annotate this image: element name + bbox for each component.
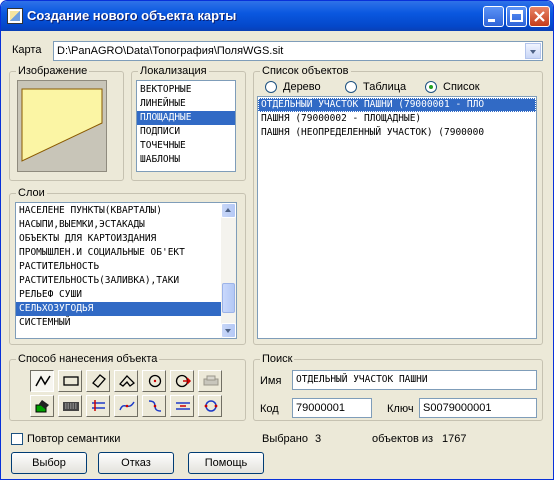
objects-group-label: Список объектов bbox=[260, 65, 351, 77]
circle-tool-icon bbox=[148, 374, 162, 388]
localization-item-selected[interactable]: ПЛОЩАДНЫЕ bbox=[137, 111, 235, 125]
localization-item[interactable]: ШАБЛОНЫ bbox=[137, 153, 235, 167]
total-count: 1767 bbox=[442, 433, 467, 445]
selected-count: 3 bbox=[315, 433, 322, 445]
area-object-preview-icon bbox=[21, 88, 103, 162]
repeat-semantics-checkbox[interactable] bbox=[11, 433, 23, 445]
circle-arrow-tool-button[interactable] bbox=[170, 370, 194, 392]
view-list-label: Список bbox=[443, 81, 480, 93]
polyline-tool-icon bbox=[35, 375, 51, 387]
layer-item[interactable]: РАСТИТЕЛЬНОСТЬ bbox=[16, 260, 236, 274]
parallel-lines-tool-button[interactable] bbox=[86, 395, 110, 417]
bucket-fill-tool-button[interactable] bbox=[30, 395, 54, 417]
map-path: D:\PanAGRO\Data\Топография\ПоляWGS.sit bbox=[57, 45, 284, 57]
layer-item[interactable]: ПРОМЫШЛЕН.И СОЦИАЛЬНЫЕ ОБ'ЕКТ bbox=[16, 246, 236, 260]
localization-list[interactable]: ВЕКТОРНЫЕ ЛИНЕЙНЫЕ ПЛОЩАДНЫЕ ПОДПИСИ ТОЧ… bbox=[136, 80, 236, 172]
title-bar[interactable]: Создание нового объекта карты bbox=[1, 1, 553, 31]
bucket-fill-tool-icon bbox=[35, 400, 49, 413]
map-label: Карта bbox=[12, 44, 42, 56]
keyboard-input-tool-icon bbox=[63, 402, 79, 411]
search-group-label: Поиск bbox=[260, 353, 295, 365]
view-table-label: Таблица bbox=[363, 81, 407, 93]
circle-arrow-tool-icon bbox=[175, 374, 192, 388]
map-select[interactable]: D:\PanAGRO\Data\Топография\ПоляWGS.sit bbox=[53, 41, 543, 61]
scroll-down-icon[interactable] bbox=[221, 323, 236, 338]
name-field[interactable]: ОТДЕЛЬНЫЙ УЧАСТОК ПАШНИ bbox=[292, 370, 537, 390]
layers-list[interactable]: НАСЕЛЕНЕ ПУНКТЫ(КВАРТАЛЫ) НАСЫПИ,ВЫЕМКИ,… bbox=[15, 202, 237, 339]
code-field[interactable]: 79000001 bbox=[292, 398, 372, 418]
layer-item-selected[interactable]: СЕЛЬХОЗУГОДЬЯ bbox=[16, 302, 236, 316]
code-label: Код bbox=[260, 403, 279, 415]
rotate-tool-button[interactable] bbox=[198, 395, 222, 417]
spline-tool-icon bbox=[148, 400, 162, 412]
curve-tool-icon bbox=[119, 401, 135, 411]
repeat-semantics-label: Повтор семантики bbox=[27, 433, 121, 445]
polygon-tool-icon bbox=[119, 375, 135, 387]
circle-tool-button[interactable] bbox=[142, 370, 166, 392]
object-item[interactable]: ПАШНЯ (НЕОПРЕДЕЛЕННЫЙ УЧАСТОК) (7900000 bbox=[258, 126, 536, 140]
polyline-tool-button[interactable] bbox=[30, 370, 54, 392]
rotated-rectangle-tool-icon bbox=[92, 374, 106, 388]
keyboard-input-tool-button[interactable] bbox=[58, 395, 82, 417]
minimize-icon bbox=[488, 19, 495, 22]
selected-label: Выбрано bbox=[262, 433, 308, 445]
scroll-up-icon[interactable] bbox=[221, 203, 236, 218]
rectangle-tool-icon bbox=[63, 376, 79, 386]
name-label: Имя bbox=[260, 375, 282, 387]
object-item[interactable]: ПАШНЯ (79000002 - ПЛОЩАДНЫЕ) bbox=[258, 112, 536, 126]
layers-scrollbar[interactable] bbox=[221, 203, 236, 338]
key-label: Ключ bbox=[387, 403, 414, 415]
double-line-tool-icon bbox=[176, 402, 190, 410]
method-group-label: Способ нанесения объекта bbox=[16, 353, 160, 365]
layer-item[interactable]: РЕЛЬЕФ СУШИ bbox=[16, 288, 236, 302]
objects-list[interactable]: ОТДЕЛЬНЫЙ УЧАСТОК ПАШНИ (79000001 - ПЛО … bbox=[257, 96, 537, 339]
app-icon bbox=[7, 8, 23, 24]
localization-item[interactable]: ВЕКТОРНЫЕ bbox=[137, 83, 235, 97]
select-button[interactable]: Выбор bbox=[11, 452, 87, 474]
cancel-button[interactable]: Отказ bbox=[98, 452, 174, 474]
rotate-tool-icon bbox=[204, 400, 218, 412]
view-table-radio[interactable] bbox=[345, 81, 357, 93]
close-icon bbox=[534, 11, 545, 22]
vehicle-tool-button[interactable] bbox=[198, 370, 222, 392]
object-item-selected[interactable]: ОТДЕЛЬНЫЙ УЧАСТОК ПАШНИ (79000001 - ПЛО bbox=[258, 98, 536, 112]
view-tree-radio[interactable] bbox=[265, 81, 277, 93]
rectangle-tool-button[interactable] bbox=[58, 370, 82, 392]
view-tree-label: Дерево bbox=[283, 81, 321, 93]
layer-item[interactable]: ОБЪЕКТЫ ДЛЯ КАРТОИЗДАНИЯ bbox=[16, 232, 236, 246]
layer-item[interactable]: СИСТЕМНЫЙ bbox=[16, 316, 236, 330]
maximize-icon bbox=[510, 10, 523, 22]
layers-group-label: Слои bbox=[16, 187, 47, 199]
spline-tool-button[interactable] bbox=[142, 395, 166, 417]
of-total-label: объектов из bbox=[372, 433, 434, 445]
object-preview bbox=[17, 80, 107, 172]
layer-item[interactable]: НАСЕЛЕНЕ ПУНКТЫ(КВАРТАЛЫ) bbox=[16, 204, 236, 218]
dialog-window: Создание нового объекта карты Карта D:\P… bbox=[0, 0, 554, 480]
rotated-rectangle-tool-button[interactable] bbox=[86, 370, 110, 392]
vehicle-tool-icon bbox=[203, 375, 219, 386]
window-title: Создание нового объекта карты bbox=[27, 8, 237, 23]
localization-item[interactable]: ПОДПИСИ bbox=[137, 125, 235, 139]
localization-item[interactable]: ТОЧЕЧНЫЕ bbox=[137, 139, 235, 153]
close-button[interactable] bbox=[529, 6, 550, 27]
minimize-button[interactable] bbox=[483, 6, 504, 27]
polygon-tool-button[interactable] bbox=[114, 370, 138, 392]
double-line-tool-button[interactable] bbox=[170, 395, 194, 417]
localization-item[interactable]: ЛИНЕЙНЫЕ bbox=[137, 97, 235, 111]
scroll-thumb[interactable] bbox=[222, 283, 235, 313]
chevron-down-icon[interactable] bbox=[525, 43, 541, 59]
maximize-button[interactable] bbox=[506, 6, 527, 27]
curve-tool-button[interactable] bbox=[114, 395, 138, 417]
layer-item[interactable]: НАСЫПИ,ВЫЕМКИ,ЭСТАКАДЫ bbox=[16, 218, 236, 232]
localization-group-label: Локализация bbox=[138, 65, 209, 77]
view-list-radio[interactable] bbox=[425, 81, 437, 93]
help-button[interactable]: Помощь bbox=[188, 452, 264, 474]
layer-item[interactable]: РАСТИТЕЛЬНОСТЬ(ЗАЛИВКА),ТАКИ bbox=[16, 274, 236, 288]
key-field[interactable]: S0079000001 bbox=[419, 398, 537, 418]
parallel-lines-tool-icon bbox=[92, 400, 105, 411]
image-group-label: Изображение bbox=[16, 65, 90, 77]
